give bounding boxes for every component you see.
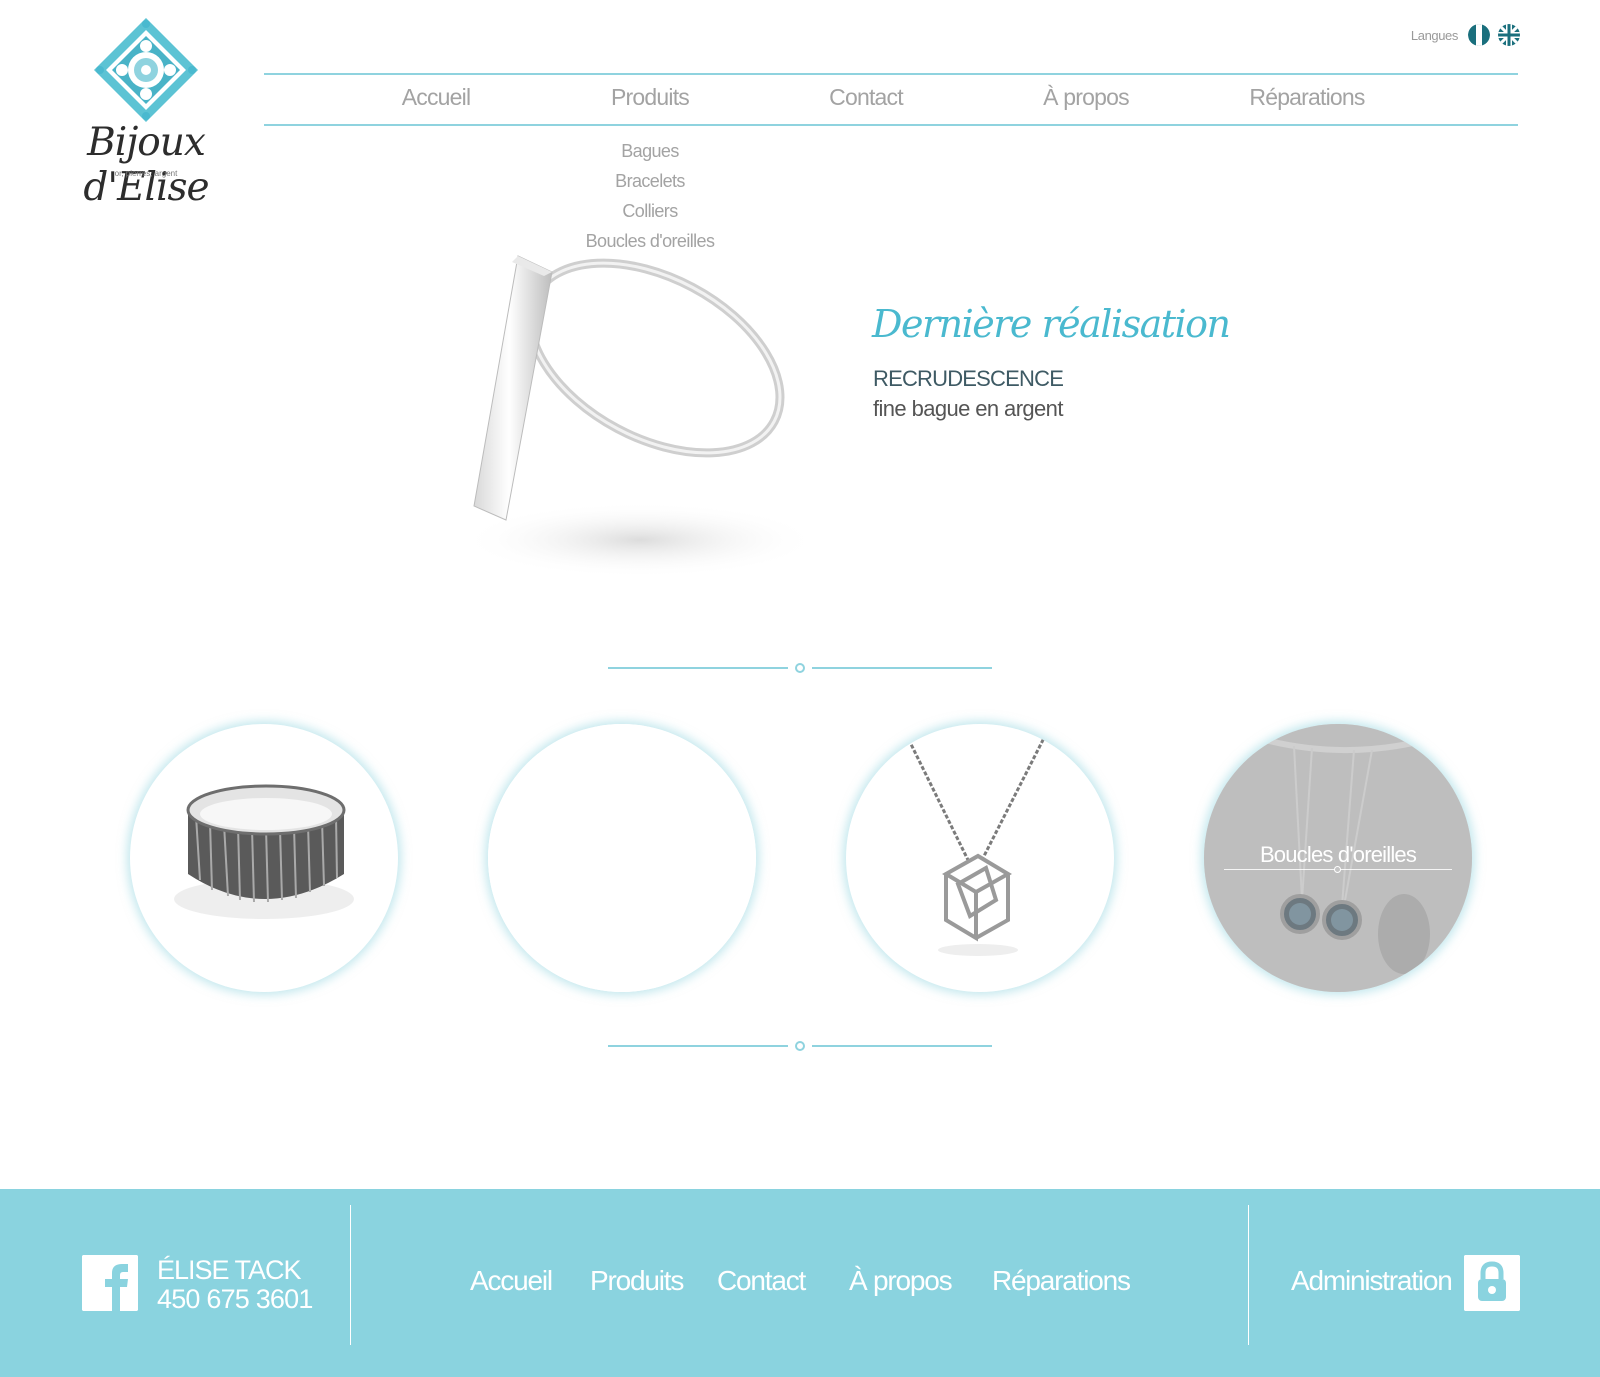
category-label-dot: [1334, 866, 1341, 873]
category-bracelets[interactable]: [488, 724, 756, 992]
footer-nav-reparations[interactable]: Réparations: [992, 1265, 1131, 1297]
owner-phone[interactable]: 450 675 3601: [157, 1284, 313, 1315]
nav-produits[interactable]: Produits: [611, 84, 690, 111]
footer-nav-contact[interactable]: Contact: [717, 1265, 806, 1297]
cube-necklace-image: [904, 733, 1048, 956]
ornament-divider: [608, 1041, 992, 1051]
nav-top-line: [264, 73, 1518, 75]
nav-reparations[interactable]: Réparations: [1249, 84, 1365, 111]
nav-accueil[interactable]: Accueil: [402, 84, 471, 111]
products-submenu: Bagues Bracelets Colliers Boucles d'orei…: [586, 136, 715, 256]
featured-ring-image[interactable]: [440, 248, 840, 588]
latest-work-name[interactable]: RECRUDESCENCE: [873, 366, 1064, 392]
nav-a-propos[interactable]: À propos: [1043, 84, 1129, 111]
ornament-logo-icon: [94, 18, 198, 122]
footer-nav-a-propos[interactable]: À propos: [849, 1265, 953, 1297]
category-colliers[interactable]: [846, 724, 1114, 992]
facebook-icon[interactable]: [82, 1255, 138, 1311]
language-switcher: Langues: [1411, 24, 1520, 46]
footer-nav-accueil[interactable]: Accueil: [470, 1265, 553, 1297]
submenu-bagues[interactable]: Bagues: [586, 136, 715, 166]
category-boucles-oreilles[interactable]: Boucles d'oreilles: [1204, 724, 1472, 992]
flag-fr-icon[interactable]: [1468, 24, 1490, 46]
brand-name: Bijoux d'Elise: [83, 120, 209, 210]
latest-work-title: Dernière réalisation: [872, 302, 1231, 346]
nav-contact[interactable]: Contact: [829, 84, 903, 111]
latest-work-description: fine bague en argent: [873, 396, 1063, 421]
footer-nav-produits[interactable]: Produits: [590, 1265, 684, 1297]
nav-bottom-line: [264, 124, 1518, 126]
languages-label: Langues: [1410, 27, 1458, 43]
submenu-bracelets[interactable]: Bracelets: [586, 166, 715, 196]
ornament-divider: [608, 663, 992, 673]
submenu-colliers[interactable]: Colliers: [586, 196, 715, 226]
footer-separator: [350, 1205, 351, 1345]
site-logo[interactable]: Bijoux d'Elise or, pierres, argent: [56, 16, 236, 210]
flag-en-icon[interactable]: [1498, 24, 1520, 46]
category-bagues[interactable]: [130, 724, 398, 992]
category-label: Boucles d'oreilles: [1259, 842, 1417, 867]
admin-link[interactable]: Administration: [1291, 1265, 1453, 1297]
lock-icon[interactable]: [1464, 1255, 1520, 1311]
empty-category-image: [488, 724, 756, 992]
brand-tagline: or, pierres, argent: [114, 169, 178, 178]
site-footer: ÉLISE TACK 450 675 3601 Accueil Produits…: [0, 1189, 1600, 1377]
textured-ring-image: [174, 784, 354, 919]
footer-separator: [1248, 1205, 1249, 1345]
owner-name: ÉLISE TACK: [157, 1255, 302, 1285]
